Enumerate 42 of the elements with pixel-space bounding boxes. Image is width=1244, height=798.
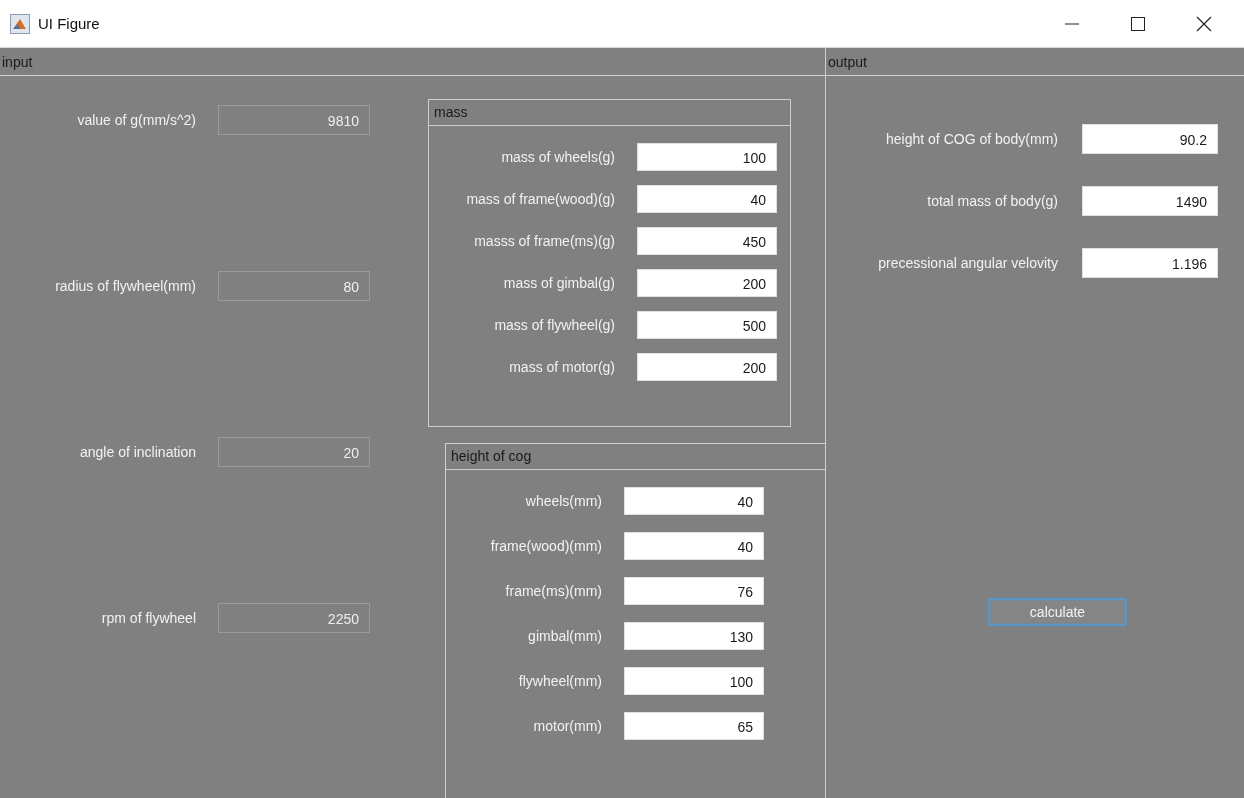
- field-label: angle of inclination: [79, 444, 196, 460]
- field-label: total mass of body(g): [926, 193, 1058, 209]
- field-label: mass of flywheel(g): [493, 317, 615, 333]
- input-field[interactable]: 200: [637, 353, 777, 381]
- input-field[interactable]: 40: [624, 532, 764, 560]
- input-field[interactable]: 100: [624, 667, 764, 695]
- field-label: mass of frame(wood)(g): [465, 191, 615, 207]
- field-label: gimbal(mm): [527, 628, 602, 644]
- field-label: mass of motor(g): [508, 359, 615, 375]
- field-label: wheels(mm): [524, 493, 602, 509]
- input-field[interactable]: 450: [637, 227, 777, 255]
- input-field[interactable]: 200: [637, 269, 777, 297]
- field-label: mass of wheels(g): [500, 149, 615, 165]
- output-field[interactable]: 1.196: [1082, 248, 1218, 278]
- input-field[interactable]: 130: [624, 622, 764, 650]
- field-label: motor(mm): [532, 718, 602, 734]
- input-field[interactable]: 40: [637, 185, 777, 213]
- input-field[interactable]: 500: [637, 311, 777, 339]
- input-field[interactable]: 76: [624, 577, 764, 605]
- input-field[interactable]: 40: [624, 487, 764, 515]
- field-label: flywheel(mm): [517, 673, 602, 689]
- input-field[interactable]: 100: [637, 143, 777, 171]
- panel-title: mass: [429, 100, 790, 126]
- field-label: precessional angular velovity: [877, 255, 1058, 271]
- field-label: rpm of flywheel: [100, 610, 196, 626]
- panel-title: height of cog: [446, 444, 825, 470]
- field-label: masss of frame(ms)(g): [473, 233, 615, 249]
- output-field[interactable]: 1490: [1082, 186, 1218, 216]
- field-label: mass of gimbal(g): [502, 275, 615, 291]
- output-field[interactable]: 90.2: [1082, 124, 1218, 154]
- window-title: UI Figure: [38, 15, 100, 32]
- field-label: frame(ms)(mm): [504, 583, 602, 599]
- field-label: frame(wood)(mm): [489, 538, 602, 554]
- panel-title: input: [0, 48, 825, 76]
- input-field[interactable]: 65: [624, 712, 764, 740]
- close-icon[interactable]: [1196, 15, 1212, 32]
- panel-title: output: [826, 48, 1244, 76]
- field-label: radius of flywheel(mm): [54, 278, 196, 294]
- field-label: value of g(mm/s^2): [76, 112, 196, 128]
- app-icon: [10, 13, 30, 34]
- field-label: height of COG of body(mm): [885, 131, 1058, 147]
- maximize-icon[interactable]: [1130, 15, 1146, 32]
